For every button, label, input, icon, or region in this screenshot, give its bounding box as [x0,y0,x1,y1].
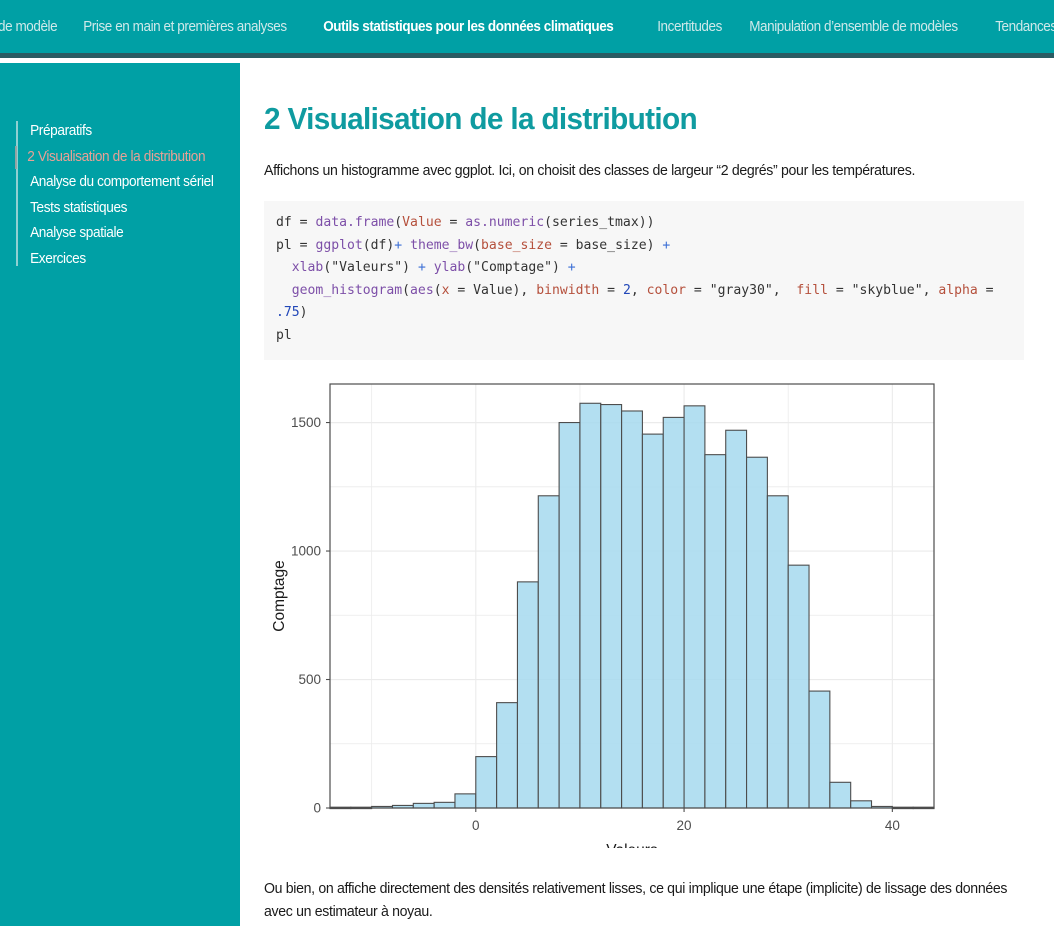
code-token-theme-bw: theme_bw [410,237,474,253]
svg-text:20: 20 [677,818,692,833]
code-line-2: pl = ggplot(df)+ theme_bw(base_size = ba… [276,237,671,253]
svg-text:1000: 1000 [291,543,321,558]
nav-item-1[interactable]: Prise en main et premières analyses [73,19,297,35]
svg-text:40: 40 [885,818,900,833]
intro-paragraph: Affichons un histogramme avec ggplot. Ic… [264,163,916,179]
code-line-5: pl [276,328,292,343]
nav-item-5[interactable]: Tendances [985,19,1054,35]
code-token-comptage-string: "Comptage" [473,260,553,276]
histogram-plot: 0 500 1000 1500 0 20 40 Valeurs Comptage [264,378,964,848]
code-token-series-tmax: series_tmax [551,214,639,230]
code-token-binwidth-value: 2 [622,282,631,298]
sidebar-item-2[interactable]: Analyse du comportement sériel [0,170,226,196]
main-content: 2 Visualisation de la distribution Affic… [240,63,1054,926]
sidebar-item-1[interactable]: 2 Visualisation de la distribution [0,145,226,171]
nav-item-0[interactable]: de modèle [0,19,67,35]
code-token-pl-print: pl [276,328,292,344]
code-line-3: xlab("Valeurs") + ylab("Comptage") + [291,260,576,276]
code-line-1: df = data.frame(Value = as.numeric(serie… [276,214,655,230]
code-token-fill-arg: fill [796,282,828,298]
closing-paragraph: Ou bien, on affiche directement des dens… [264,880,1008,920]
svg-text:0: 0 [472,818,480,833]
code-token-alpha-arg: alpha [938,282,978,298]
code-token-value-arg: Value [402,214,442,230]
code-token-gray30-string: "gray30" [709,282,773,298]
svg-text:0: 0 [313,800,321,815]
code-token-ggplot: ggplot [315,237,363,253]
nav-item-4[interactable]: Manipulation d’ensemble de modèles [739,19,968,35]
code-token-color-arg: color [646,282,687,298]
page-title: 2 Visualisation de la distribution [264,101,698,136]
svg-text:1500: 1500 [291,415,321,430]
nav-item-3[interactable]: Incertitudes [647,19,732,35]
code-token-as-numeric: as.numeric [465,214,545,230]
code-token-binwidth-arg: binwidth [536,282,600,298]
code-token-alpha-value: .75 [276,305,300,321]
sidebar-item-5[interactable]: Exercices [0,247,226,273]
code-token-df: df [276,214,292,230]
code-token-geom-histogram: geom_histogram [291,282,403,298]
sidebar-item-3[interactable]: Tests statistiques [0,196,226,222]
code-token-aes: aes [410,282,434,298]
code-token-xlab: xlab [291,260,324,276]
sidebar-item-4[interactable]: Analyse spatiale [0,221,226,247]
code-block[interactable]: df = data.frame(Value = as.numeric(serie… [264,200,1024,360]
svg-text:500: 500 [298,672,321,687]
code-token-skyblue-string: "skyblue" [851,282,923,298]
sidebar-item-0[interactable]: Préparatifs [0,119,226,145]
nav-item-2[interactable]: Outils statistiques pour les données cli… [313,19,624,35]
top-navigation-bar: de modèle Prise en main et premières anal… [0,0,1054,58]
code-token-ylab: ylab [433,260,466,276]
svg-text:Comptage: Comptage [271,560,288,632]
svg-text:Valeurs: Valeurs [606,842,658,848]
code-token-valeurs-string: "Valeurs" [331,260,403,276]
code-line-4: geom_histogram(aes(x = Value), binwidth … [276,282,1002,321]
histogram-svg: 0 500 1000 1500 0 20 40 Valeurs Comptage [271,383,935,848]
code-token-base-size-arg: base_size [481,237,552,253]
sidebar: Préparatifs 2 Visualisation de la distrib… [0,63,240,926]
code-token-pl: pl [276,237,292,253]
code-token-data-frame: data.frame [315,214,395,230]
